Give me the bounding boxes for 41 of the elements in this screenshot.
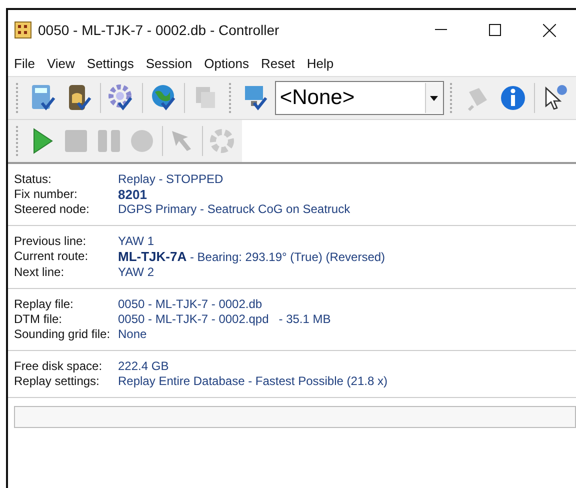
field-value: YAW 1 xyxy=(118,234,156,249)
node-dropdown[interactable]: <None> xyxy=(274,81,444,115)
lifebuoy-icon xyxy=(208,127,236,155)
field-label: Free disk space: xyxy=(14,359,104,374)
app-icon xyxy=(14,21,32,39)
minimize-icon xyxy=(435,29,447,31)
field-value: 222.4 GB xyxy=(118,359,170,374)
field-value: Replay Entire Database - Fastest Possible (21.8 x) xyxy=(118,374,388,389)
field-value: Replay - STOPPED xyxy=(118,172,224,187)
field-label: Status: xyxy=(14,172,52,187)
field-value: DGPS Primary - Seatruck CoG on Seatruck xyxy=(118,202,352,217)
menu-item[interactable]: Options xyxy=(198,56,255,70)
field-label: Fix number: xyxy=(14,187,78,202)
field-label: Steered node: xyxy=(14,202,90,217)
close-icon xyxy=(542,24,556,36)
field-value: YAW 2 xyxy=(118,265,156,280)
field-label: Sounding grid file: xyxy=(14,327,112,342)
dropdown-caret-button[interactable] xyxy=(424,83,443,113)
menu-item[interactable]: Reset xyxy=(254,56,301,70)
globe-icon xyxy=(150,83,178,113)
field-label: Previous line: xyxy=(14,234,88,249)
field-value: 0050 - ML-TJK-7 - 0002.db xyxy=(118,297,264,312)
menu-item[interactable]: View xyxy=(40,56,81,70)
window-title: 0050 - ML-TJK-7 - 0002.db - Controller xyxy=(38,22,280,38)
field-label: Replay settings: xyxy=(14,374,100,389)
caret-icon xyxy=(430,96,438,100)
field-label: Current route: xyxy=(14,249,90,265)
menu-item[interactable]: Session xyxy=(140,56,198,70)
field-value: ML-TJK-7A - Bearing: 293.19° (True) (Reversed) xyxy=(118,249,386,265)
field-label: Next line: xyxy=(14,265,66,280)
maximize-icon xyxy=(489,24,501,36)
field-label: DTM file: xyxy=(14,312,63,327)
field-label: Replay file: xyxy=(14,297,74,312)
field-value: 0050 - ML-TJK-7 - 0002.qpd - 35.1 MB xyxy=(118,312,332,327)
field-value: 8201 xyxy=(118,187,148,202)
field-value: None xyxy=(118,327,148,342)
calculator-icon xyxy=(30,83,56,113)
menu-item[interactable]: File xyxy=(8,56,41,70)
menu-item[interactable]: Help xyxy=(300,56,340,70)
menu-item[interactable]: Settings xyxy=(80,56,140,70)
info-icon xyxy=(498,84,527,112)
